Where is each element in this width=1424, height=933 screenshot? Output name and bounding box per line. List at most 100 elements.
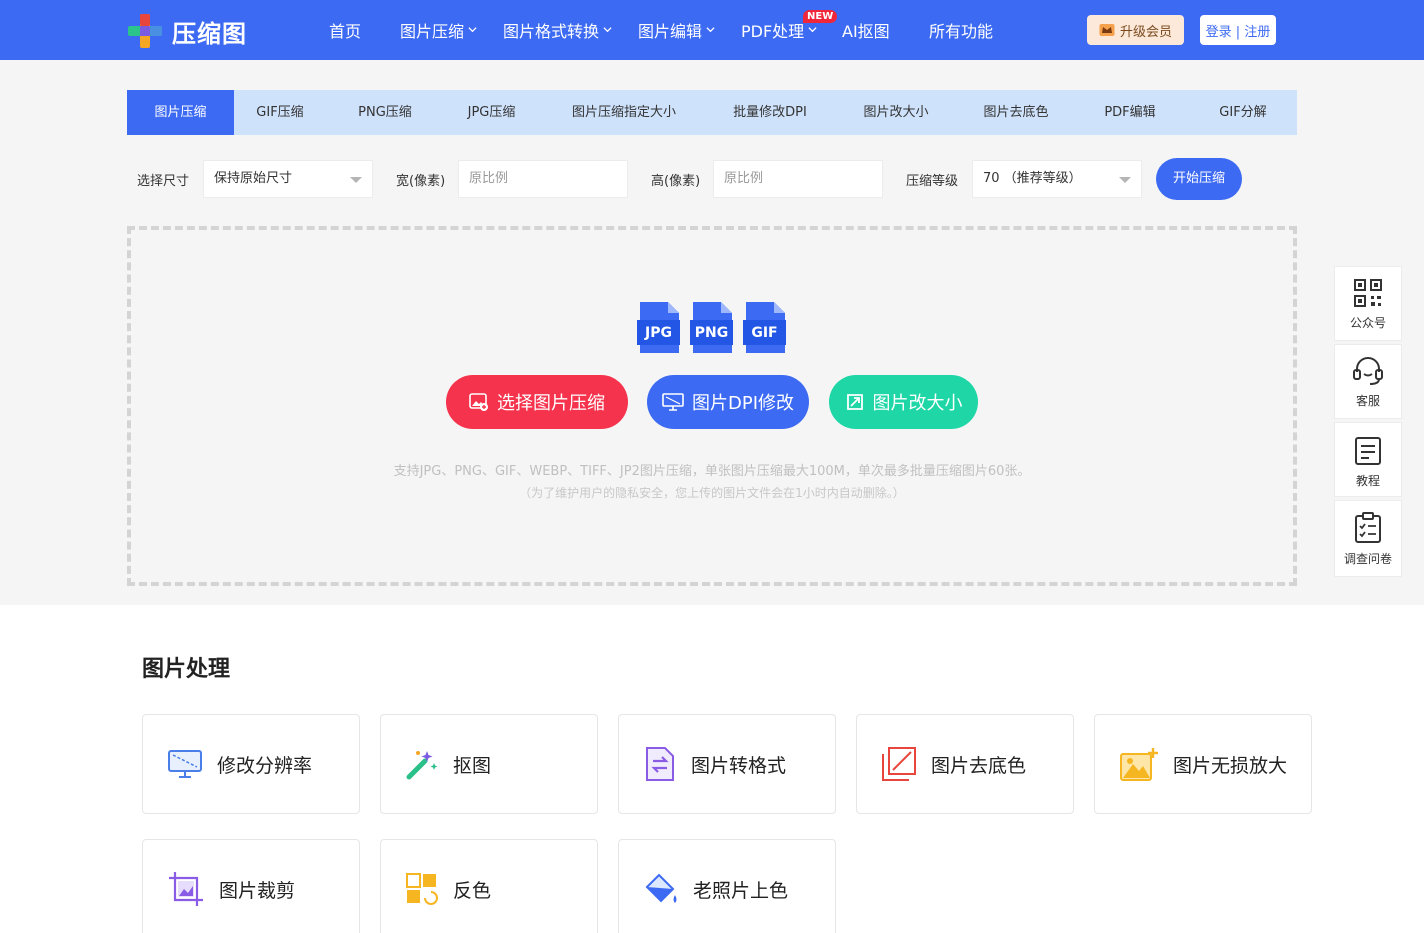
gif-file-icon: GIF <box>742 300 787 355</box>
new-badge: NEW <box>803 10 838 23</box>
chevron-down-icon <box>468 26 477 32</box>
tab-gif-compress[interactable]: GIF压缩 <box>234 90 326 135</box>
nav-pdf-label: PDF处理 <box>741 22 805 41</box>
image-dpi-label: 图片DPI修改 <box>691 393 795 414</box>
nav-all-features-label: 所有功能 <box>929 22 994 41</box>
card-crop-label: 图片裁剪 <box>219 879 296 902</box>
magic-wand-icon <box>406 751 438 780</box>
nav-home[interactable]: 首页 <box>329 18 361 42</box>
level-select[interactable]: 70 （推荐等级） <box>972 160 1142 198</box>
invert-icon <box>406 873 438 905</box>
tab-jpg-compress[interactable]: JPG压缩 <box>444 90 539 135</box>
card-cutout-label: 抠图 <box>453 754 492 777</box>
upgrade-vip-button[interactable]: 升级会员 <box>1087 15 1184 45</box>
gif-file-label: GIF <box>751 325 778 341</box>
headset-icon <box>1353 357 1383 385</box>
image-dpi-button[interactable]: 图片DPI修改 <box>647 375 809 429</box>
level-select-value: 70 （推荐等级） <box>983 171 1082 186</box>
checklist-icon <box>1355 512 1381 543</box>
chevron-down-icon <box>808 26 817 32</box>
png-file-label: PNG <box>694 325 729 341</box>
card-cutout[interactable]: 抠图 <box>380 714 598 814</box>
card-convert-format-label: 图片转格式 <box>691 754 787 777</box>
size-label: 选择尺寸 <box>137 174 190 189</box>
card-remove-bg-label: 图片去底色 <box>931 754 1027 777</box>
nav-image-edit[interactable]: 图片编辑 <box>638 18 715 42</box>
select-image-compress-label: 选择图片压缩 <box>497 393 605 414</box>
nav-all-features[interactable]: 所有功能 <box>929 18 993 42</box>
tab-pdf-edit[interactable]: PDF编辑 <box>1071 90 1189 135</box>
card-colorize-old-photo[interactable]: 老照片上色 <box>618 839 836 933</box>
card-remove-bg[interactable]: 图片去底色 <box>856 714 1074 814</box>
tab-compress-to-size[interactable]: 图片压缩指定大小 <box>539 90 709 135</box>
upload-hint: 支持JPG、PNG、GIF、WEBP、TIFF、JP2图片压缩，单张图片压缩最大… <box>393 464 1031 479</box>
document-icon <box>1355 437 1381 465</box>
paint-bucket-icon <box>645 873 677 903</box>
tab-png-compress[interactable]: PNG压缩 <box>326 90 444 135</box>
start-compress-button[interactable]: 开始压缩 <box>1156 158 1242 200</box>
enlarge-image-icon <box>1120 748 1158 781</box>
caret-down-icon <box>1119 177 1131 183</box>
upgrade-vip-label: 升级会员 <box>1119 24 1172 40</box>
size-select-value: 保持原始尺寸 <box>214 171 293 186</box>
crop-icon <box>169 872 203 906</box>
height-label: 高(像素) <box>651 174 701 189</box>
file-type-icons: JPG PNG GIF <box>636 300 787 355</box>
card-change-resolution[interactable]: 修改分辨率 <box>142 714 360 814</box>
sidebar-support[interactable]: 客服 <box>1334 344 1402 419</box>
level-label: 压缩等级 <box>906 174 959 189</box>
monitor-icon <box>168 750 202 778</box>
image-resize-button[interactable]: 图片改大小 <box>829 375 978 429</box>
resize-icon <box>846 394 863 410</box>
nav-image-edit-label: 图片编辑 <box>638 22 703 41</box>
sidebar-support-label: 客服 <box>1355 394 1380 408</box>
chevron-down-icon <box>706 26 715 32</box>
sidebar-survey-label: 调查问卷 <box>1343 552 1392 566</box>
image-resize-label: 图片改大小 <box>872 393 963 414</box>
card-invert-label: 反色 <box>453 879 492 902</box>
width-label: 宽(像素) <box>396 174 446 189</box>
chevron-down-icon <box>603 26 612 32</box>
logo-mark-icon <box>128 14 162 48</box>
card-crop[interactable]: 图片裁剪 <box>142 839 360 933</box>
caret-down-icon <box>350 177 362 183</box>
sidebar-survey[interactable]: 调查问卷 <box>1334 500 1402 577</box>
crown-icon <box>1099 24 1115 36</box>
tool-tabs: 图片压缩 GIF压缩 PNG压缩 JPG压缩 图片压缩指定大小 批量修改DPI … <box>127 90 1297 135</box>
card-lossless-enlarge-label: 图片无损放大 <box>1173 754 1288 777</box>
card-colorize-old-photo-label: 老照片上色 <box>693 879 789 902</box>
width-input[interactable]: 原比例 <box>458 160 628 198</box>
sidebar-wechat-label: 公众号 <box>1349 316 1386 330</box>
sidebar-wechat[interactable]: 公众号 <box>1334 266 1402 341</box>
png-file-icon: PNG <box>689 300 734 355</box>
login-register-button[interactable]: 登录 | 注册 <box>1200 15 1276 45</box>
tab-resize[interactable]: 图片改大小 <box>831 90 961 135</box>
privacy-note: （为了维护用户的隐私安全，您上传的图片文件会在1小时内自动删除。） <box>519 486 905 500</box>
add-image-icon <box>469 393 488 411</box>
jpg-file-icon: JPG <box>636 300 681 355</box>
tab-batch-dpi[interactable]: 批量修改DPI <box>709 90 831 135</box>
tab-image-compress[interactable]: 图片压缩 <box>127 90 234 135</box>
size-select[interactable]: 保持原始尺寸 <box>203 160 373 198</box>
card-lossless-enlarge[interactable]: 图片无损放大 <box>1094 714 1312 814</box>
nav-ai-cutout-label: AI抠图 <box>842 22 890 41</box>
tab-remove-bg[interactable]: 图片去底色 <box>961 90 1071 135</box>
select-image-compress-button[interactable]: 选择图片压缩 <box>446 375 628 429</box>
sidebar-tutorial[interactable]: 教程 <box>1334 422 1402 497</box>
height-input[interactable]: 原比例 <box>713 160 883 198</box>
nav-image-compress[interactable]: 图片压缩 <box>400 18 477 42</box>
nav-home-label: 首页 <box>329 22 362 41</box>
monitor-icon <box>662 393 684 411</box>
jpg-file-label: JPG <box>645 325 672 341</box>
remove-bg-icon <box>882 747 916 781</box>
convert-icon <box>646 747 674 781</box>
card-convert-format[interactable]: 图片转格式 <box>618 714 836 814</box>
tab-gif-split[interactable]: GIF分解 <box>1189 90 1297 135</box>
sidebar-tutorial-label: 教程 <box>1355 474 1380 488</box>
nav-format-convert[interactable]: 图片格式转换 <box>503 18 612 42</box>
nav-ai-cutout[interactable]: AI抠图 <box>842 18 890 42</box>
brand-name: 压缩图 <box>172 19 247 48</box>
nav-format-convert-label: 图片格式转换 <box>503 22 600 41</box>
logo[interactable]: 压缩图 <box>126 11 247 51</box>
card-invert[interactable]: 反色 <box>380 839 598 933</box>
